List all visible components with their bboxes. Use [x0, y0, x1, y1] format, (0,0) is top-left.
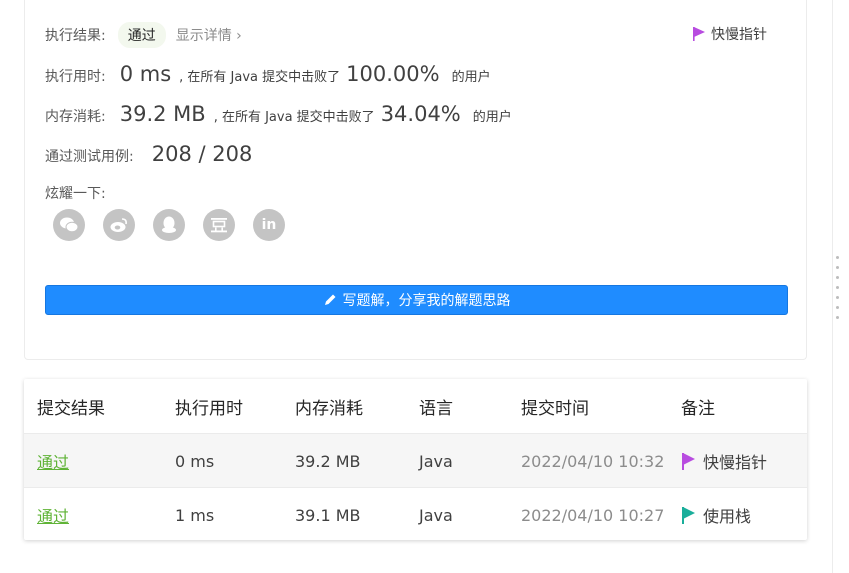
runtime-value: 0 ms [119, 62, 172, 86]
note-tag[interactable]: 快慢指针 [693, 24, 767, 44]
flag-icon [693, 27, 705, 41]
note-cell[interactable]: 使用栈 [681, 488, 751, 542]
memory-percent: 34.04% [380, 102, 461, 126]
status-label: 执行结果: [45, 28, 106, 44]
header-language: 语言 [419, 398, 453, 419]
result-card: 执行结果: 通过 显示详情 › 快慢指针 执行用时: 0 ms , 在所有 Ja… [24, 0, 807, 360]
memory-row: 内存消耗: 39.2 MB , 在所有 Java 提交中击败了 34.04% 的… [45, 102, 512, 126]
status-row: 执行结果: 通过 显示详情 › [45, 22, 242, 48]
memory-value: 39.2 MB [119, 102, 206, 126]
wechat-share-button[interactable] [53, 209, 85, 241]
linkedin-icon: in [261, 217, 277, 233]
header-submit-time: 提交时间 [521, 398, 589, 419]
runtime-row: 执行用时: 0 ms , 在所有 Java 提交中击败了 100.00% 的用户 [45, 62, 491, 86]
runtime-cell: 1 ms [175, 505, 215, 525]
language-cell: Java [419, 451, 453, 471]
weibo-share-button[interactable] [103, 209, 135, 241]
douban-share-button[interactable] [203, 209, 235, 241]
memory-suffix: 的用户 [472, 110, 512, 125]
memory-cell: 39.1 MB [295, 505, 361, 525]
weibo-icon [110, 218, 127, 232]
note-label: 快慢指针 [711, 27, 767, 43]
qq-share-button[interactable] [153, 209, 185, 241]
status-link[interactable]: 通过 [37, 449, 69, 473]
table-row[interactable]: 通过 0 ms 39.2 MB Java 2022/04/10 10:32 快慢… [24, 433, 807, 487]
share-row-label: 炫耀一下: [45, 183, 106, 203]
status-link[interactable]: 通过 [37, 503, 69, 527]
tests-label: 通过测试用例: [45, 149, 134, 165]
share-label: 炫耀一下: [45, 186, 106, 202]
note-text: 快慢指针 [703, 453, 768, 472]
note-cell[interactable]: 快慢指针 [681, 434, 767, 488]
language-cell: Java [419, 505, 453, 525]
show-details-label: 显示详情 [175, 28, 232, 44]
tests-value: 208 / 208 [151, 142, 253, 166]
submit-time-cell: 2022/04/10 10:32 [521, 451, 665, 471]
header-note: 备注 [681, 398, 715, 419]
note-text: 使用栈 [703, 507, 752, 526]
show-details-link[interactable]: 显示详情 › [176, 25, 242, 45]
memory-cell: 39.2 MB [295, 451, 361, 471]
write-solution-label: 写题解，分享我的解题思路 [342, 293, 511, 309]
chevron-right-icon: › [236, 28, 242, 44]
resize-handle[interactable] [836, 256, 840, 326]
runtime-cell: 0 ms [175, 451, 215, 471]
status-badge: 通过 [117, 22, 166, 48]
flag-icon [682, 507, 695, 524]
qq-icon [162, 216, 176, 233]
table-row[interactable]: 通过 1 ms 39.1 MB Java 2022/04/10 10:27 使用… [24, 487, 807, 541]
scrollbar-track[interactable] [832, 0, 849, 573]
memory-label: 内存消耗: [45, 109, 106, 125]
pencil-icon [324, 294, 335, 305]
header-status: 提交结果 [37, 398, 105, 419]
share-buttons: in [53, 209, 285, 241]
linkedin-share-button[interactable]: in [253, 209, 285, 241]
submissions-table: 提交结果 执行用时 内存消耗 语言 提交时间 备注 通过 0 ms 39.2 M… [24, 379, 807, 540]
memory-beat-text: , 在所有 Java 提交中击败了 [213, 110, 375, 125]
write-solution-button[interactable]: 写题解，分享我的解题思路 [45, 285, 788, 315]
table-header: 提交结果 执行用时 内存消耗 语言 提交时间 备注 [24, 379, 807, 433]
tests-row: 通过测试用例: 208 / 208 [45, 142, 252, 166]
header-runtime: 执行用时 [175, 398, 243, 419]
wechat-icon [60, 217, 78, 233]
header-memory: 内存消耗 [295, 398, 363, 419]
runtime-percent: 100.00% [346, 62, 440, 86]
douban-icon [211, 218, 227, 233]
flag-icon [682, 453, 695, 470]
submit-time-cell: 2022/04/10 10:27 [521, 505, 665, 525]
runtime-label: 执行用时: [45, 69, 106, 85]
runtime-suffix: 的用户 [451, 70, 491, 85]
runtime-beat-text: , 在所有 Java 提交中击败了 [179, 70, 341, 85]
